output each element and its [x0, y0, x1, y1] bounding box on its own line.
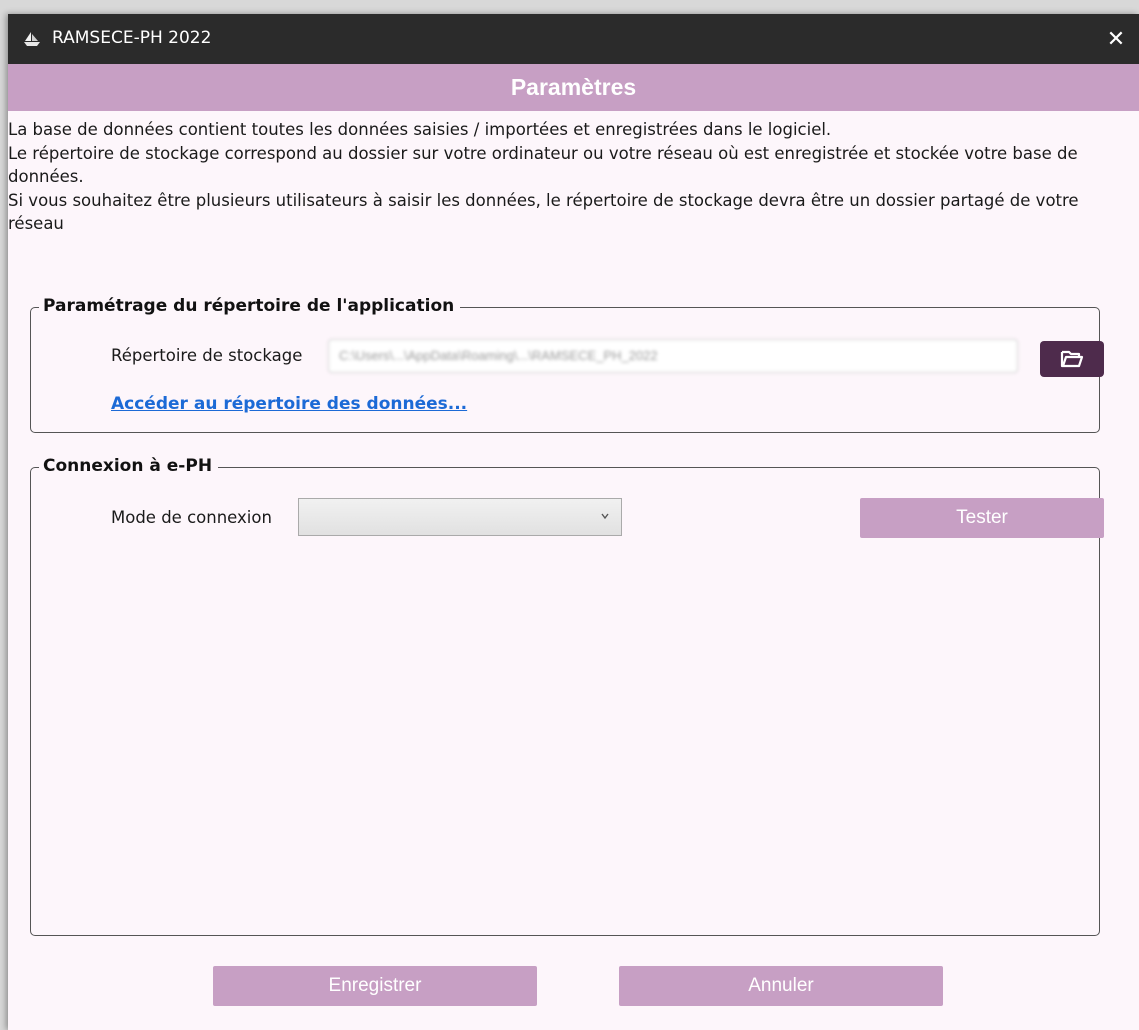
page-title: Paramètres: [8, 64, 1139, 111]
close-button[interactable]: ✕: [1093, 14, 1139, 64]
intro-line: La base de données contient toutes les d…: [8, 120, 832, 139]
close-icon: ✕: [1106, 26, 1126, 51]
intro-line: Le répertoire de stockage correspond au …: [8, 143, 1078, 187]
connection-mode-label: Mode de connexion: [111, 508, 272, 527]
group-legend: Connexion à e-PH: [39, 456, 219, 476]
title-bar[interactable]: RAMSECE-PH 2022 ✕: [8, 14, 1139, 64]
app-directory-group: Paramétrage du répertoire de l'applicati…: [30, 296, 1104, 433]
browse-folder-button[interactable]: [1040, 341, 1104, 377]
save-button[interactable]: Enregistrer: [213, 966, 537, 1006]
intro-line: Si vous souhaitez être plusieurs utilisa…: [8, 190, 1079, 234]
ship-icon: [24, 32, 40, 46]
open-data-directory-link[interactable]: Accéder au répertoire des données...: [111, 394, 467, 414]
settings-window: RAMSECE-PH 2022 ✕ Paramètres La base de …: [8, 14, 1139, 1030]
storage-label: Répertoire de stockage: [111, 346, 303, 365]
window-title: RAMSECE-PH 2022: [52, 28, 212, 48]
test-connection-button[interactable]: Tester: [860, 498, 1104, 538]
intro-text: La base de données contient toutes les d…: [8, 118, 1118, 236]
group-legend: Paramétrage du répertoire de l'applicati…: [39, 296, 461, 316]
cancel-button[interactable]: Annuler: [619, 966, 943, 1006]
folder-open-icon: [1060, 350, 1084, 368]
storage-path-field[interactable]: C:\Users\...\AppData\Roaming\...\RAMSECE…: [328, 339, 1018, 373]
chevron-down-icon: [601, 513, 609, 520]
connection-mode-select[interactable]: [298, 498, 622, 536]
eph-connection-group: Connexion à e-PH Mode de connexion Teste…: [30, 456, 1104, 936]
